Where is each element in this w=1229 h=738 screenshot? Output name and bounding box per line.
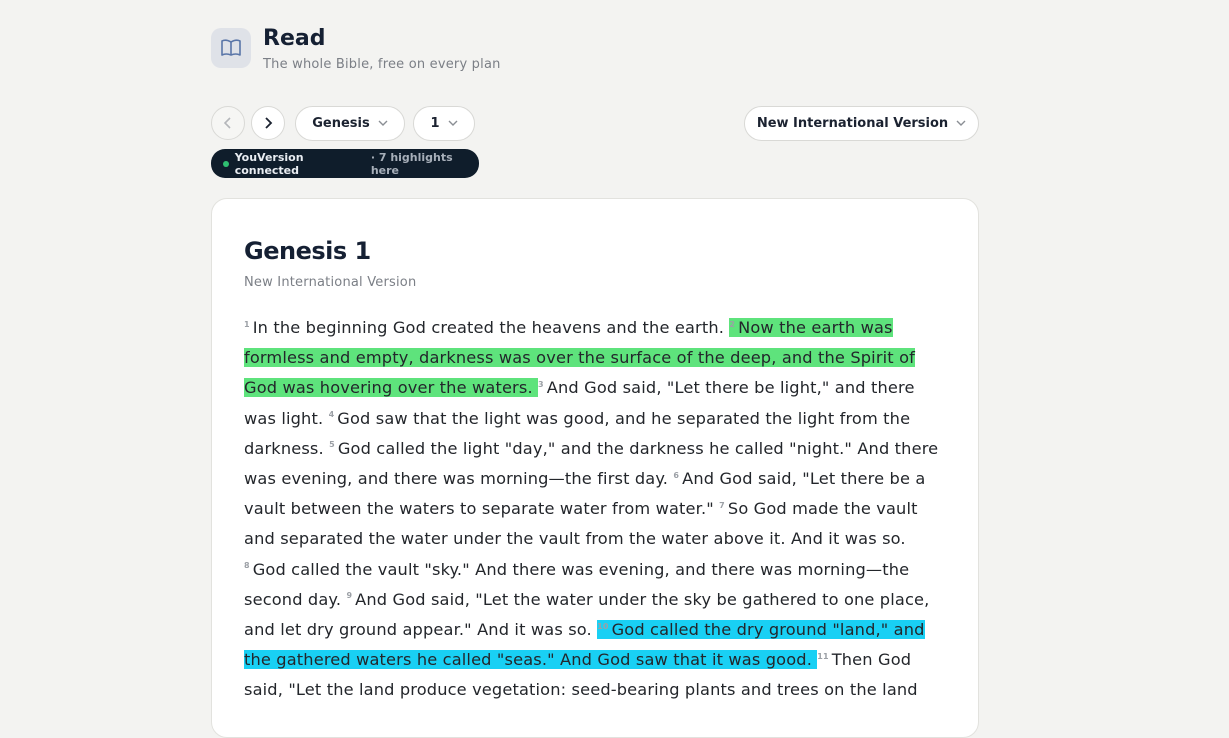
verse-number: 4	[328, 410, 335, 420]
chapter-select[interactable]: 1	[413, 106, 475, 141]
chapter-title: Genesis 1	[244, 237, 371, 265]
verse-1[interactable]: 1 In the beginning God created the heaven…	[244, 318, 729, 337]
verse-number: 8	[244, 561, 250, 571]
version-select-value: New International Version	[756, 116, 949, 131]
chevron-left-icon	[223, 114, 233, 133]
chevron-right-icon	[263, 114, 273, 133]
chapter-select-value: 1	[430, 116, 440, 131]
page-header: Read The whole Bible, free on every plan	[211, 28, 501, 72]
verse-number: 2	[729, 319, 736, 329]
verse-number: 6	[673, 470, 680, 480]
connection-status-badge: YouVersion connected · 7 highlights here	[211, 149, 479, 178]
chevron-down-icon	[956, 120, 966, 127]
verse-number: 9	[346, 591, 353, 601]
verse-number: 7	[719, 500, 725, 510]
open-book-icon	[211, 28, 251, 68]
book-select-value: Genesis	[312, 116, 370, 131]
next-chapter-button[interactable]	[251, 106, 285, 140]
status-dot	[223, 160, 229, 167]
reader-card: Genesis 1 New International Version 1 In …	[211, 198, 979, 738]
chevron-down-icon	[378, 120, 388, 127]
page-subtitle: The whole Bible, free on every plan	[263, 57, 501, 72]
verse-number: 10	[597, 621, 609, 631]
verse-text: In the beginning God created the heavens…	[252, 318, 730, 337]
verse-number: 11	[817, 651, 829, 661]
chevron-down-icon	[448, 120, 458, 127]
verse-number: 5	[329, 440, 335, 450]
verse-number: 1	[244, 319, 250, 329]
status-label: YouVersion connected	[234, 150, 304, 177]
status-detail: · 7 highlights here	[370, 150, 453, 177]
chapter-text: 1 In the beginning God created the heaven…	[244, 313, 944, 706]
previous-chapter-button[interactable]	[211, 106, 245, 140]
chapter-version: New International Version	[244, 275, 417, 290]
book-select[interactable]: Genesis	[295, 106, 405, 141]
reader-controls: Genesis 1 New International Version	[211, 106, 979, 141]
verse-number: 3	[538, 380, 544, 390]
page-title: Read	[263, 26, 326, 51]
version-select[interactable]: New International Version	[744, 106, 979, 141]
